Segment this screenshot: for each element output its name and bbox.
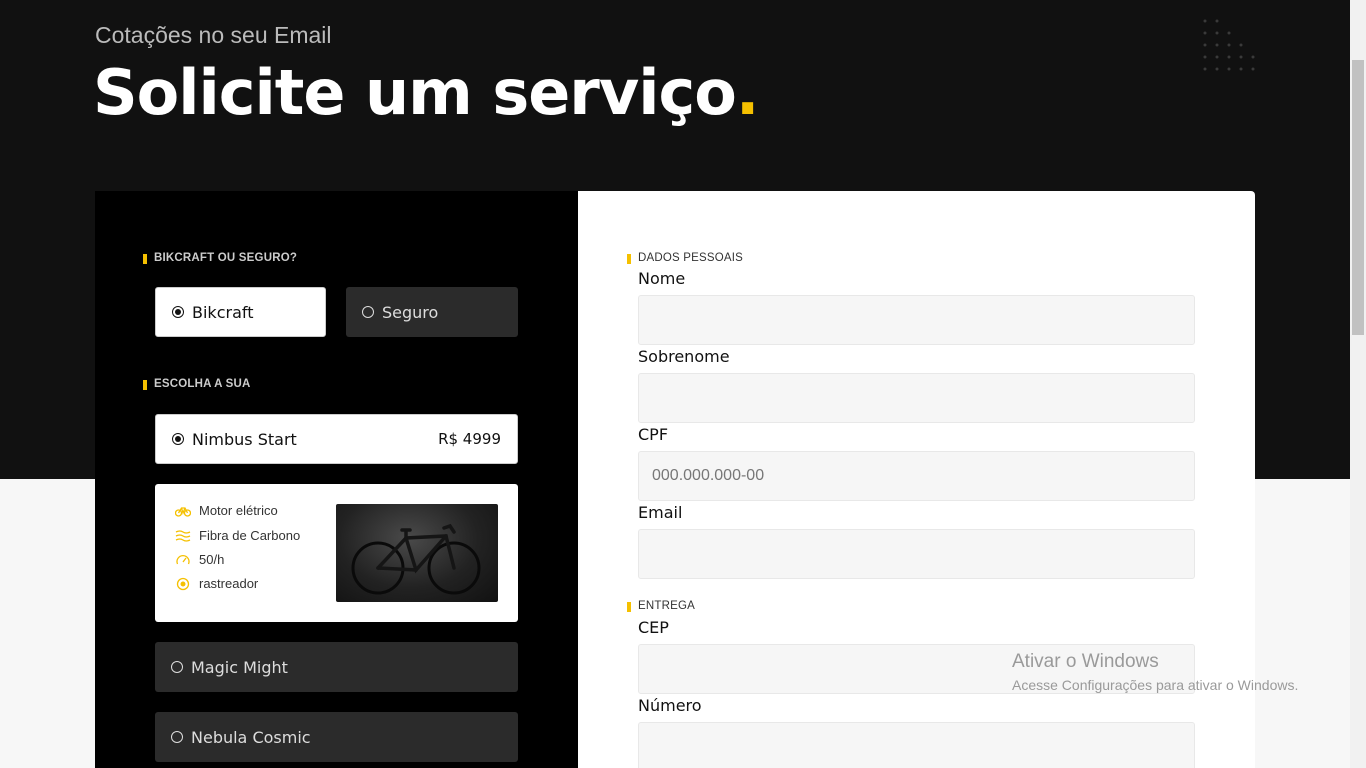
page-subtitle: Cotações no seu Email — [95, 22, 332, 48]
bike-option-nebula-cosmic[interactable]: Nebula Cosmic — [155, 712, 518, 762]
radio-unchecked-icon — [362, 306, 374, 318]
feature-text: Fibra de Carbono — [199, 528, 301, 543]
bike-option-magic-might[interactable]: Magic Might — [155, 642, 518, 692]
label-email: Email — [638, 503, 683, 522]
input-sobrenome[interactable] — [638, 373, 1195, 423]
scrollbar-thumb[interactable] — [1352, 60, 1364, 335]
feature-item: 50/h — [175, 552, 224, 567]
option-bikcraft[interactable]: Bikcraft — [155, 287, 326, 337]
option-label: Seguro — [382, 302, 439, 322]
bike-option-nimbus-start[interactable]: Nimbus Start R$ 4999 — [155, 414, 518, 464]
location-icon — [176, 577, 190, 590]
radio-checked-icon — [172, 433, 184, 445]
bike-icon — [175, 506, 191, 517]
radio-checked-icon — [172, 306, 184, 318]
speedometer-icon — [176, 554, 190, 564]
input-nome[interactable] — [638, 295, 1195, 345]
bike-name: Magic Might — [191, 657, 288, 677]
page-title: Solicite um serviço. — [93, 56, 760, 129]
option-label: Bikcraft — [192, 302, 254, 322]
windows-activation-subtitle: Acesse Configurações para ativar o Windo… — [1012, 677, 1299, 693]
windows-activation-title: Ativar o Windows — [1012, 651, 1159, 672]
label-numero: Número — [638, 696, 702, 715]
bicycle-image — [351, 523, 481, 595]
feature-item: Fibra de Carbono — [175, 528, 300, 543]
label-cpf: CPF — [638, 425, 669, 444]
section-label-delivery: ENTREGA — [627, 600, 695, 612]
section-label-personal: DADOS PESSOAIS — [626, 252, 744, 264]
dot-pattern-decoration — [1203, 19, 1255, 71]
label-cep: CEP — [638, 618, 669, 637]
input-cpf[interactable] — [638, 451, 1195, 501]
product-selection-panel: BIKCRAFT OU SEGURO? Bikcraft Seguro ESCO… — [95, 191, 578, 768]
feature-text: 50/h — [199, 552, 225, 567]
radio-unchecked-icon — [171, 731, 183, 743]
section-label-choose: ESCOLHA A SUA — [143, 378, 251, 390]
title-accent-dot: . — [735, 56, 760, 129]
option-seguro[interactable]: Seguro — [346, 287, 518, 337]
page-scrollbar[interactable] — [1350, 0, 1366, 768]
input-numero[interactable] — [638, 722, 1195, 768]
bike-price: R$ 4999 — [438, 430, 501, 448]
input-email[interactable] — [638, 529, 1195, 579]
bike-photo — [336, 504, 498, 602]
bike-detail-card: Motor elétrico Fibra de Carbono 50/h ras… — [155, 484, 518, 622]
bike-name: Nimbus Start — [192, 429, 297, 449]
page-title-text: Solicite um serviço — [93, 56, 737, 129]
feature-item: rastreador — [175, 576, 258, 591]
radio-unchecked-icon — [171, 661, 183, 673]
label-sobrenome: Sobrenome — [638, 347, 730, 366]
label-nome: Nome — [638, 269, 686, 288]
feature-text: Motor elétrico — [199, 503, 278, 518]
bike-name: Nebula Cosmic — [191, 727, 311, 747]
feature-text: rastreador — [199, 576, 259, 591]
layers-icon — [175, 529, 191, 542]
feature-item: Motor elétrico — [175, 503, 278, 518]
section-label-type: BIKCRAFT OU SEGURO? — [142, 252, 298, 264]
